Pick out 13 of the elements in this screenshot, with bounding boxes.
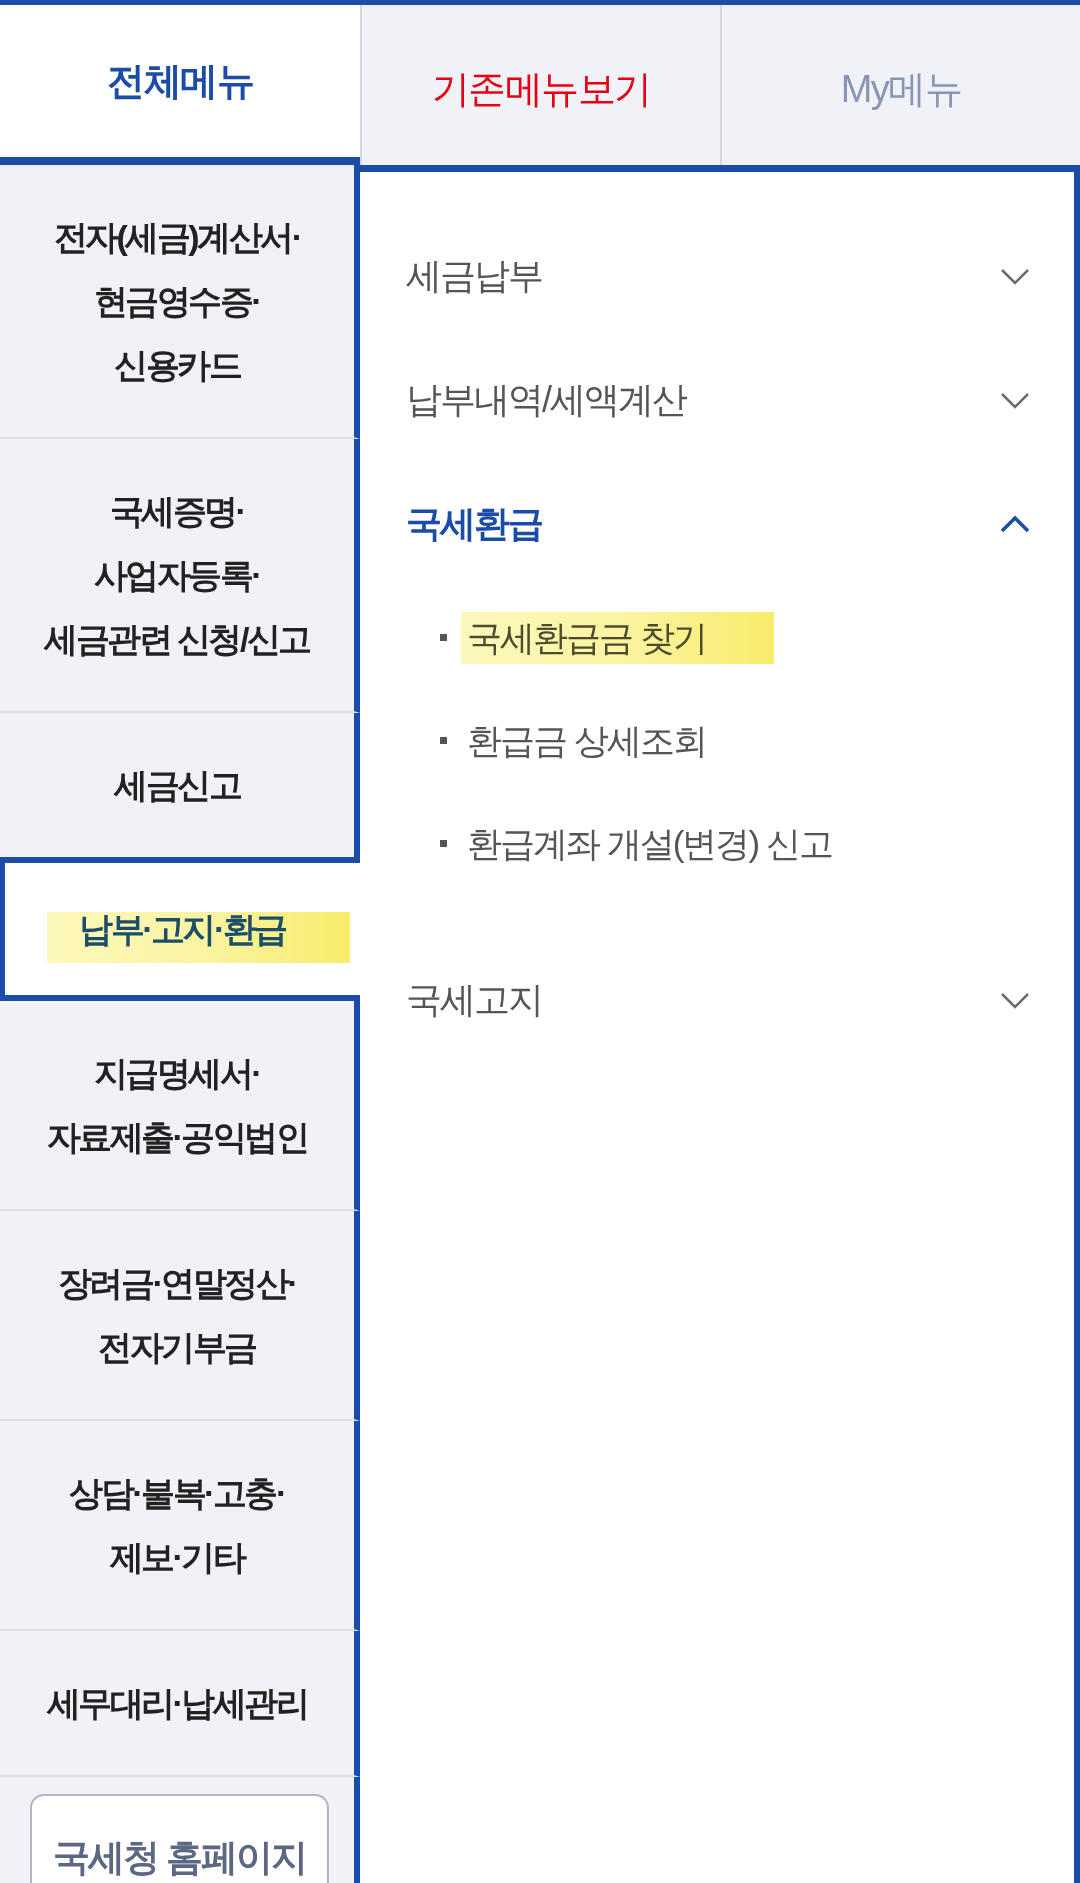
submenu-link[interactable]: 환급계좌 개설(변경) 신고 xyxy=(461,817,832,870)
sidebar-item[interactable]: 납부·고지·환급 xyxy=(0,857,360,1001)
submenu-link[interactable]: 환급금 상세조회 xyxy=(461,714,706,767)
submenu-item[interactable]: 국세환급 xyxy=(406,462,1030,586)
submenu-link[interactable]: 국세환급금 찾기 xyxy=(461,611,774,664)
homepage-button[interactable]: 국세청 홈페이지 xyxy=(30,1794,329,1883)
submenu-item[interactable]: 국세고지 xyxy=(406,938,1030,1062)
submenu-item[interactable]: 납부내역/세액계산 xyxy=(406,338,1030,462)
bullet-icon xyxy=(440,840,447,847)
menu-tab[interactable]: 기존메뉴보기 xyxy=(360,5,720,165)
bullet-icon xyxy=(440,737,447,744)
submenu-item[interactable]: 세금납부 xyxy=(406,214,1030,338)
bullet-icon xyxy=(440,634,447,641)
